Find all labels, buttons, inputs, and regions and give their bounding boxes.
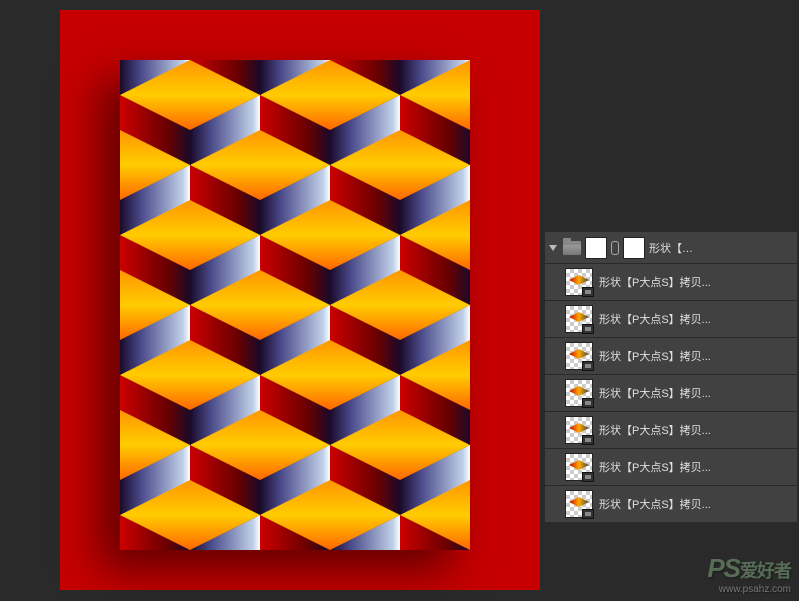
- layer-list: 形状【P大点S】拷贝... 形状【P大点S】拷贝... 形状【P大点S】拷贝..…: [545, 264, 797, 523]
- smart-object-badge-icon: [582, 324, 594, 334]
- layer-name-label[interactable]: 形状【P大点S】拷贝...: [599, 496, 793, 512]
- layers-panel[interactable]: 形状【P... 形状【P大点S】拷贝... 形状【P大点S】拷贝... 形状【P…: [545, 232, 797, 523]
- mask-thumbnail-2[interactable]: [623, 237, 645, 259]
- layer-thumbnail[interactable]: [565, 416, 593, 444]
- smart-object-badge-icon: [582, 435, 594, 445]
- cube-pattern: [120, 60, 470, 550]
- watermark-cn: 爱好者: [740, 561, 791, 581]
- layer-group-header[interactable]: 形状【P...: [545, 232, 797, 264]
- layer-name-label[interactable]: 形状【P大点S】拷贝...: [599, 311, 793, 327]
- watermark-latin: PS: [707, 553, 740, 583]
- watermark: PS爱好者 www.psahz.com: [707, 553, 791, 595]
- link-icon: [611, 241, 619, 255]
- layer-thumbnail[interactable]: [565, 490, 593, 518]
- group-name[interactable]: 形状【P...: [649, 240, 697, 256]
- smart-object-badge-icon: [582, 509, 594, 519]
- layer-thumbnail[interactable]: [565, 305, 593, 333]
- smart-object-badge-icon: [582, 361, 594, 371]
- layer-row[interactable]: 形状【P大点S】拷贝...: [545, 264, 797, 301]
- smart-object-badge-icon: [582, 398, 594, 408]
- layer-row[interactable]: 形状【P大点S】拷贝...: [545, 449, 797, 486]
- layer-row[interactable]: 形状【P大点S】拷贝...: [545, 375, 797, 412]
- smart-object-badge-icon: [582, 287, 594, 297]
- layer-thumbnail[interactable]: [565, 453, 593, 481]
- layer-row[interactable]: 形状【P大点S】拷贝...: [545, 486, 797, 523]
- mask-thumbnail[interactable]: [585, 237, 607, 259]
- smart-object-badge-icon: [582, 472, 594, 482]
- layer-thumbnail[interactable]: [565, 268, 593, 296]
- layer-thumbnail[interactable]: [565, 342, 593, 370]
- expand-triangle-icon[interactable]: [549, 245, 557, 251]
- layer-row[interactable]: 形状【P大点S】拷贝...: [545, 412, 797, 449]
- watermark-url: www.psahz.com: [707, 584, 791, 595]
- canvas-background[interactable]: [60, 10, 540, 590]
- folder-icon: [563, 241, 581, 255]
- layer-name-label[interactable]: 形状【P大点S】拷贝...: [599, 422, 793, 438]
- layer-row[interactable]: 形状【P大点S】拷贝...: [545, 338, 797, 375]
- layer-name-label[interactable]: 形状【P大点S】拷贝...: [599, 348, 793, 364]
- layer-thumbnail[interactable]: [565, 379, 593, 407]
- artwork: [120, 60, 470, 550]
- watermark-logo: PS爱好者: [707, 553, 791, 584]
- layer-name-label[interactable]: 形状【P大点S】拷贝...: [599, 274, 793, 290]
- layer-row[interactable]: 形状【P大点S】拷贝...: [545, 301, 797, 338]
- layer-name-label[interactable]: 形状【P大点S】拷贝...: [599, 459, 793, 475]
- layer-name-label[interactable]: 形状【P大点S】拷贝...: [599, 385, 793, 401]
